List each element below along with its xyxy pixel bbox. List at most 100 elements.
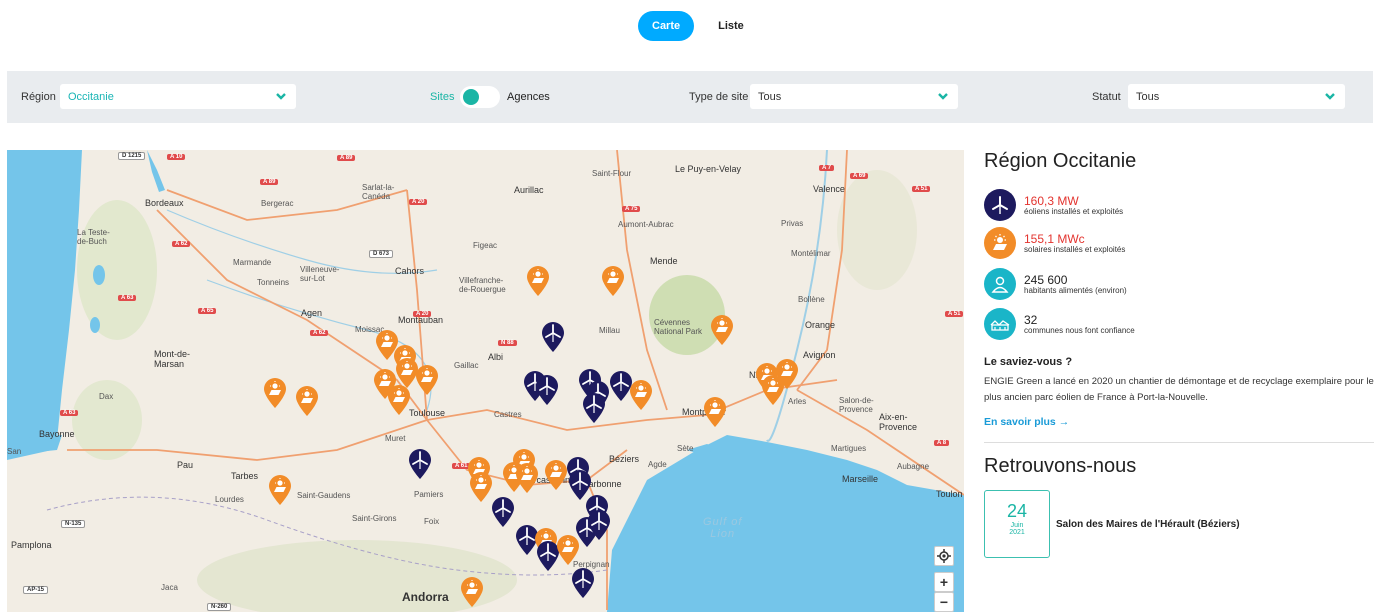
solar-site-marker[interactable] [760, 374, 786, 406]
solar-site-marker[interactable] [267, 474, 293, 506]
event-date-card[interactable]: 24 Juin 2021 [984, 490, 1050, 558]
divider [984, 442, 1374, 443]
event-title[interactable]: Salon des Maires de l'Hérault (Béziers) [1056, 519, 1240, 530]
region-panel: Région Occitanie 160,3 MW éoliens install… [984, 150, 1374, 558]
solar-panel-icon [984, 227, 1016, 259]
map-label-saint-girons: Saint-Girons [352, 514, 397, 523]
map-label-aubagne: Aubagne [897, 462, 930, 471]
zoom-out-button[interactable]: − [934, 592, 954, 612]
solar-site-marker[interactable] [294, 385, 320, 417]
event-day: 24 [1006, 501, 1028, 521]
solar-site-marker[interactable] [555, 534, 581, 566]
road-a63b: A 63 [60, 410, 79, 416]
map-label-toulouse: Toulouse [409, 408, 446, 418]
stat-wind-value: 160,3 MW [1024, 193, 1079, 208]
chevron-down-icon [938, 93, 948, 100]
stat-communes: 32 communes nous font confiance [984, 308, 1135, 340]
map-label-mont-de-marsan: Mont-de- Marsan [154, 349, 191, 369]
wind-site-marker[interactable] [586, 509, 612, 541]
region-label: Région [21, 91, 56, 103]
map-label-saint-flour: Saint-Flour [592, 169, 632, 178]
map-label-aumont: Aumont-Aubrac [618, 220, 674, 229]
region-select-value: Occitanie [68, 91, 114, 103]
sites-agences-toggle[interactable] [460, 86, 500, 108]
list-view-tab[interactable]: Liste [704, 11, 758, 41]
locate-button[interactable] [934, 546, 954, 566]
wind-site-marker[interactable] [407, 448, 433, 480]
status-select[interactable]: Tous [1128, 84, 1345, 109]
map-label-mende: Mende [650, 256, 678, 266]
solar-site-marker[interactable] [262, 377, 288, 409]
map-label-valence: Valence [813, 184, 845, 194]
did-you-know-text: ENGIE Green a lancé en 2020 un chantier … [984, 376, 1374, 403]
map-label-cevennes: Cévennes National Park [654, 318, 703, 336]
sites-map[interactable]: Bordeaux Bergerac Sarlat-la- Canéda Auril… [7, 150, 964, 612]
stat-inhabitants-desc: habitants alimentés (environ) [1024, 285, 1127, 295]
site-type-select-value: Tous [758, 91, 782, 103]
solar-site-marker[interactable] [514, 462, 540, 494]
solar-site-marker[interactable] [600, 265, 626, 297]
map-label-dax: Dax [99, 392, 114, 401]
map-label-privas: Privas [781, 219, 804, 228]
map-label-jaca: Jaca [161, 583, 178, 592]
solar-site-marker[interactable] [459, 576, 485, 608]
wind-site-marker[interactable] [570, 567, 596, 599]
map-view-tab[interactable]: Carte [638, 11, 695, 41]
road-a62b: A 62 [310, 330, 329, 336]
map-label-bordeaux: Bordeaux [145, 198, 184, 208]
solar-site-marker[interactable] [628, 379, 654, 411]
solar-site-marker[interactable] [525, 265, 551, 297]
status-select-value: Tous [1136, 91, 1160, 103]
road-n260: N-260 [207, 603, 232, 611]
houses-icon [984, 308, 1016, 340]
map-label-montelimar: Montélimar [791, 249, 831, 258]
solar-site-marker[interactable] [709, 314, 735, 346]
stat-communes-desc: communes nous font confiance [1024, 325, 1135, 335]
wind-site-marker[interactable] [534, 374, 560, 406]
road-a7: A 7 [819, 165, 835, 171]
site-type-label: Type de site [689, 91, 749, 103]
road-ap15: AP-15 [23, 586, 49, 594]
map-label-marmande: Marmande [233, 258, 272, 267]
solar-site-marker[interactable] [702, 396, 728, 428]
map-label-martigues: Martigues [831, 444, 867, 453]
map-label-castres: Castres [494, 410, 522, 419]
map-label-aix: Aix-en- Provence [879, 412, 918, 432]
map-label-villefranche: Villefranche-de-Rouergue [459, 276, 506, 294]
map-label-figeac: Figeac [473, 241, 498, 250]
map-label-bayonne: Bayonne [39, 429, 75, 439]
find-us-title: Retrouvons-nous [984, 455, 1137, 477]
road-n135: N-135 [61, 520, 86, 528]
map-label-beziers: Béziers [609, 454, 640, 464]
site-type-select[interactable]: Tous [750, 84, 958, 109]
road-n88: N 88 [498, 340, 517, 346]
map-label-aurillac: Aurillac [514, 185, 544, 195]
map-label-la-teste: La Teste-de-Buch [77, 228, 110, 246]
wind-site-marker[interactable] [490, 496, 516, 528]
map-label-sarlat: Sarlat-la- Canéda [362, 183, 395, 201]
agences-switch-label: Agences [507, 91, 550, 103]
wind-site-marker[interactable] [540, 321, 566, 353]
map-label-marseille: Marseille [842, 474, 879, 484]
map-label-millau: Millau [599, 326, 620, 335]
map-label-arles: Arles [788, 397, 807, 406]
road-a65: A 65 [198, 308, 217, 314]
zoom-in-button[interactable]: + [934, 572, 954, 592]
road-a63: A 63 [118, 295, 137, 301]
map-label-foix: Foix [424, 517, 440, 526]
road-d673: D 673 [369, 250, 394, 258]
map-label-villeneuve: Villeneuve-sur-Lot [300, 265, 340, 283]
wind-site-marker[interactable] [581, 392, 607, 424]
solar-site-marker[interactable] [386, 384, 412, 416]
learn-more-link[interactable]: En savoir plus → [984, 416, 1069, 428]
map-label-agde: Agde [648, 460, 667, 469]
road-a9: A 8 [934, 440, 950, 446]
region-title: Région Occitanie [984, 150, 1137, 172]
road-d1215: D 1215 [118, 152, 146, 160]
region-select[interactable]: Occitanie [60, 84, 296, 109]
map-label-gulf-of-lion: Gulf of Lion [703, 516, 743, 540]
road-a69: A 69 [850, 173, 869, 179]
solar-site-marker[interactable] [414, 364, 440, 396]
chevron-down-icon [276, 93, 286, 100]
map-label-le-puy: Le Puy-en-Velay [675, 164, 742, 174]
